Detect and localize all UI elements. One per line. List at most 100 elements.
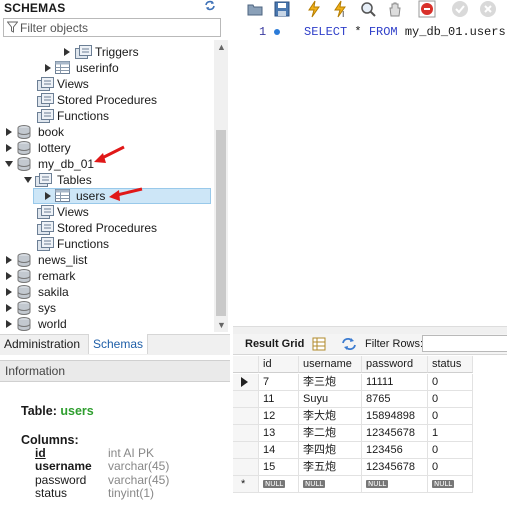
grid-cell[interactable]: 李大炮 xyxy=(299,408,362,425)
column-name: id xyxy=(35,446,46,460)
filter-objects-input[interactable] xyxy=(20,20,215,35)
grid-row-header[interactable] xyxy=(233,459,259,476)
grid-cell[interactable]: 15894898 xyxy=(362,408,428,425)
null-badge: NULL xyxy=(432,480,455,489)
explain-icon[interactable] xyxy=(359,0,377,18)
grid-cell[interactable]: 0 xyxy=(428,391,473,408)
grid-cell[interactable]: 15 xyxy=(259,459,299,476)
null-badge: NULL xyxy=(366,480,389,489)
statement-marker-icon xyxy=(274,29,280,35)
grid-new-row-cell[interactable]: NULL xyxy=(299,476,362,493)
execute-current-icon[interactable]: I xyxy=(331,0,349,19)
tree-item-remark[interactable]: remark xyxy=(0,268,212,284)
grid-row-header[interactable] xyxy=(233,391,259,408)
grid-row-header[interactable] xyxy=(233,374,259,391)
scroll-down-icon[interactable]: ▼ xyxy=(217,320,226,330)
toggle-error-icon[interactable] xyxy=(418,0,436,18)
grid-row-header[interactable] xyxy=(233,442,259,459)
expand-arrow-icon[interactable] xyxy=(6,320,12,328)
columns-label: Columns: xyxy=(21,433,79,447)
tree-item-book[interactable]: book xyxy=(0,124,212,140)
grid-new-row-cell[interactable]: NULL xyxy=(362,476,428,493)
sql-statement[interactable]: SELECT * FROM my_db_01.users; xyxy=(304,25,507,39)
grid-row-header[interactable] xyxy=(233,425,259,442)
tree-item-views[interactable]: Views xyxy=(0,204,212,220)
tree-item-tables[interactable]: Tables xyxy=(0,172,212,188)
result-grid-tab[interactable]: Result Grid xyxy=(245,338,304,350)
scrollbar-thumb[interactable] xyxy=(216,130,226,316)
grid-header-cell[interactable]: username xyxy=(299,356,362,373)
collapse-arrow-icon[interactable] xyxy=(5,161,13,167)
grid-cell[interactable]: 11 xyxy=(259,391,299,408)
grid-cell[interactable]: 12345678 xyxy=(362,459,428,476)
tree-item-userinfo[interactable]: userinfo xyxy=(0,60,212,76)
execute-icon[interactable] xyxy=(305,0,323,18)
grid-cell[interactable]: 12 xyxy=(259,408,299,425)
grid-cell[interactable]: 李三炮 xyxy=(299,374,362,391)
grid-cell[interactable]: 123456 xyxy=(362,442,428,459)
grid-new-row-marker[interactable]: * xyxy=(233,476,259,493)
grid-cell[interactable]: 李四炮 xyxy=(299,442,362,459)
grid-cell[interactable]: 13 xyxy=(259,425,299,442)
open-file-icon[interactable] xyxy=(246,0,264,18)
grid-cell[interactable]: 李五炮 xyxy=(299,459,362,476)
tree-item-stored-procedures[interactable]: Stored Procedures xyxy=(0,92,212,108)
grid-cell[interactable]: 李二炮 xyxy=(299,425,362,442)
collapse-arrow-icon[interactable] xyxy=(24,177,32,183)
tree-item-triggers[interactable]: Triggers xyxy=(0,44,212,60)
stop-icon[interactable] xyxy=(386,0,404,18)
expand-arrow-icon[interactable] xyxy=(6,288,12,296)
grid-cell[interactable]: 1 xyxy=(428,425,473,442)
tab-schemas-label[interactable]: Schemas xyxy=(93,337,143,351)
tree-item-functions[interactable]: Functions xyxy=(0,108,212,124)
grid-header-cell[interactable]: password xyxy=(362,356,428,373)
expand-arrow-icon[interactable] xyxy=(6,128,12,136)
grid-cell[interactable]: 0 xyxy=(428,459,473,476)
scroll-up-icon[interactable]: ▲ xyxy=(217,42,226,52)
expand-arrow-icon[interactable] xyxy=(45,64,51,72)
commit-icon[interactable] xyxy=(451,0,469,18)
refresh-icon[interactable] xyxy=(204,0,216,14)
grid-row-header[interactable] xyxy=(233,408,259,425)
expand-arrow-icon[interactable] xyxy=(45,192,51,200)
filter-icon xyxy=(7,21,18,33)
grid-cell[interactable]: 14 xyxy=(259,442,299,459)
sql-text: * xyxy=(347,25,369,39)
expand-arrow-icon[interactable] xyxy=(6,256,12,264)
tree-item-news-list[interactable]: news_list xyxy=(0,252,212,268)
rollback-icon[interactable] xyxy=(479,0,497,18)
tree-item-world[interactable]: world xyxy=(0,316,212,332)
grid-cell[interactable]: 0 xyxy=(428,442,473,459)
current-row-icon xyxy=(241,377,248,387)
tree-item-functions[interactable]: Functions xyxy=(0,236,212,252)
grid-cell[interactable]: 0 xyxy=(428,374,473,391)
tab-administration[interactable]: Administration xyxy=(4,337,80,351)
grid-new-row-cell[interactable]: NULL xyxy=(428,476,473,493)
tree-item-label: world xyxy=(38,317,67,331)
tree-item-views[interactable]: Views xyxy=(0,76,212,92)
refresh-results-icon[interactable] xyxy=(341,337,357,354)
grid-header-cell[interactable]: id xyxy=(259,356,299,373)
expand-arrow-icon[interactable] xyxy=(64,48,70,56)
grid-cell[interactable]: 11111 xyxy=(362,374,428,391)
expand-arrow-icon[interactable] xyxy=(6,272,12,280)
grid-new-row-cell[interactable]: NULL xyxy=(259,476,299,493)
grid-cell[interactable]: 0 xyxy=(428,408,473,425)
grid-header-cell[interactable]: status xyxy=(428,356,473,373)
grid-cell[interactable]: 8765 xyxy=(362,391,428,408)
sql-editor[interactable] xyxy=(233,20,507,332)
grid-cell[interactable]: Suyu xyxy=(299,391,362,408)
grid-view-icon[interactable] xyxy=(312,337,326,354)
grid-cell[interactable]: 12345678 xyxy=(362,425,428,442)
save-icon[interactable] xyxy=(273,0,291,18)
tree-item-sakila[interactable]: sakila xyxy=(0,284,212,300)
tree-item-label: Stored Procedures xyxy=(57,93,158,107)
tree-item-sys[interactable]: sys xyxy=(0,300,212,316)
tree-item-stored-procedures[interactable]: Stored Procedures xyxy=(0,220,212,236)
expand-arrow-icon[interactable] xyxy=(6,304,12,312)
expand-arrow-icon[interactable] xyxy=(6,144,12,152)
filter-objects-field[interactable] xyxy=(3,18,221,37)
filter-rows-input[interactable] xyxy=(422,335,507,352)
tree-item-users[interactable]: users xyxy=(0,188,212,204)
grid-cell[interactable]: 7 xyxy=(259,374,299,391)
